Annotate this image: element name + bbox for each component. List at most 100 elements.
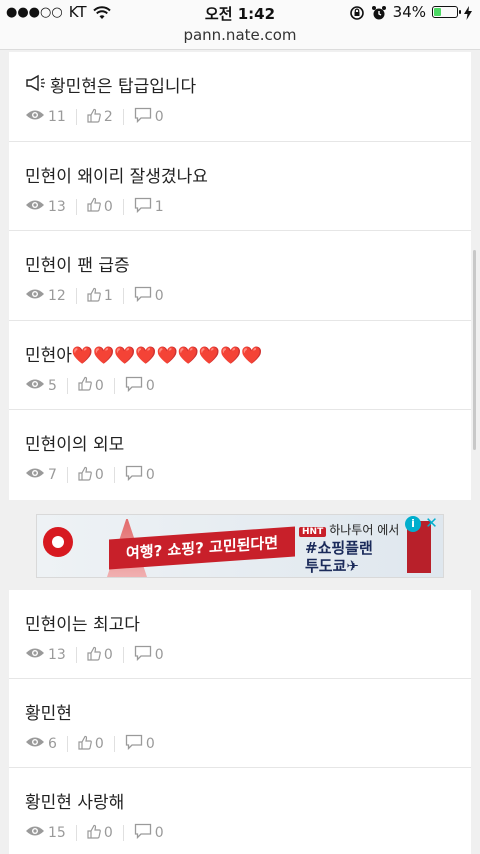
view-count: 13 <box>25 199 76 215</box>
like-count: 2 <box>87 108 123 127</box>
thumbs-up-icon <box>87 824 101 843</box>
eye-icon <box>25 199 45 215</box>
post-title-text: 민현이의 외모 <box>25 435 125 456</box>
meta-divider <box>113 467 115 484</box>
view-count-value: 13 <box>48 647 66 663</box>
comment-count: 0 <box>134 645 174 665</box>
view-count: 15 <box>25 825 76 841</box>
post-title[interactable]: 황민현은 탑급입니다 <box>25 72 196 97</box>
post-meta: 5 0 0 <box>25 376 165 396</box>
comment-count-value: 0 <box>145 467 155 484</box>
meta-divider <box>122 198 124 215</box>
view-count: 7 <box>25 467 67 483</box>
meta-divider <box>122 825 124 841</box>
thumbs-up-icon <box>78 466 92 485</box>
meta-divider <box>122 647 124 663</box>
view-count: 5 <box>25 378 67 394</box>
post-title-text: 황민현은 탑급입니다 <box>50 77 197 97</box>
post-title[interactable]: 민현이의 외모 <box>25 430 124 455</box>
thumbs-up-icon <box>87 646 101 665</box>
view-count-value: 11 <box>48 109 66 125</box>
view-count: 11 <box>25 109 76 125</box>
rotation-lock-icon <box>349 3 365 21</box>
eye-icon <box>25 288 45 304</box>
post-title[interactable]: 민현이는 최고다 <box>25 610 140 635</box>
post-item[interactable]: 민현이는 최고다 13 0 0 <box>9 590 471 679</box>
like-count-value: 0 <box>94 377 104 394</box>
post-item[interactable]: 황민현 사랑해 15 0 0 <box>9 768 471 854</box>
ad-brand-label: 하나투어 에서 <box>329 523 400 537</box>
eye-icon <box>25 109 45 125</box>
post-item[interactable]: 황민현은 탑급입니다 11 2 0 <box>9 52 471 142</box>
comment-icon <box>125 465 143 485</box>
battery-percent: 34% <box>392 3 426 21</box>
comment-count-value: 0 <box>154 647 164 663</box>
meta-divider <box>122 288 124 305</box>
post-title[interactable]: 황민현 사랑해 <box>25 788 124 813</box>
post-title-text: 황민현 사랑해 <box>25 793 125 813</box>
post-item[interactable]: 황민현 6 0 0 <box>9 679 471 768</box>
post-item[interactable]: 민현아❤️❤️❤️❤️❤️❤️❤️❤️❤️ 5 0 0 <box>9 321 471 411</box>
ad-headline: 여행? 쇼핑? 고민된다면 <box>109 526 295 570</box>
post-title[interactable]: 황민현 <box>25 699 72 724</box>
comment-icon <box>134 645 152 665</box>
post-title-text: 황민현 <box>25 704 72 724</box>
post-item[interactable]: 민현이 왜이리 잘생겼나요 13 0 1 <box>9 142 471 232</box>
post-list-top: 황민현은 탑급입니다 11 2 0 민현이 왜이리 잘생겼나요 13 0 1 민현이 팬 급증 1… <box>9 52 471 500</box>
comment-icon <box>134 286 152 306</box>
post-meta: 13 0 1 <box>25 197 174 217</box>
comment-icon <box>134 107 152 127</box>
meta-divider <box>75 109 77 125</box>
meta-divider <box>75 198 77 215</box>
view-count-value: 15 <box>48 825 66 841</box>
meta-divider <box>66 377 68 394</box>
post-title[interactable]: 민현이 팬 급증 <box>25 251 130 276</box>
eye-icon <box>25 647 45 663</box>
post-meta: 7 0 0 <box>25 465 165 485</box>
post-title[interactable]: 민현아❤️❤️❤️❤️❤️❤️❤️❤️❤️ <box>25 341 262 366</box>
like-count: 0 <box>78 735 114 754</box>
post-meta: 15 0 0 <box>25 823 174 843</box>
like-count: 1 <box>87 287 123 306</box>
like-count: 0 <box>87 646 123 665</box>
megaphone-icon <box>25 74 47 97</box>
ad-close-icon[interactable]: ✕ <box>423 515 440 532</box>
post-title[interactable]: 민현이 왜이리 잘생겼나요 <box>25 162 208 187</box>
eye-icon <box>25 825 45 841</box>
like-count: 0 <box>87 824 123 843</box>
comment-icon <box>134 197 152 217</box>
comment-count-value: 1 <box>154 198 164 215</box>
post-item[interactable]: 민현이 팬 급증 12 1 0 <box>9 231 471 321</box>
eye-icon <box>25 736 45 752</box>
address-bar[interactable]: pann.nate.com <box>0 24 480 50</box>
battery-icon <box>432 6 461 18</box>
like-count-value: 0 <box>94 467 104 484</box>
status-right: 34% <box>349 3 472 21</box>
alarm-clock-icon <box>371 3 387 21</box>
ad-banner[interactable]: 여행? 쇼핑? 고민된다면 HNT 하나투어 에서 #쇼핑플랜 투도쿄✈ i ✕ <box>36 514 444 578</box>
like-count-value: 0 <box>94 736 104 752</box>
view-count-value: 13 <box>48 198 66 215</box>
ad-info-icon[interactable]: i <box>405 516 421 532</box>
thumbs-up-icon <box>78 735 92 754</box>
view-count-value: 6 <box>48 736 57 752</box>
scrollbar[interactable] <box>473 250 476 450</box>
comment-icon <box>125 376 143 396</box>
post-item[interactable]: 민현이의 외모 7 0 0 <box>9 410 471 500</box>
ad-destination: 투도쿄✈ <box>305 557 359 575</box>
like-count: 0 <box>78 376 114 395</box>
comment-count-value: 0 <box>154 288 164 305</box>
meta-divider <box>66 467 68 484</box>
post-title-text: 민현아❤️❤️❤️❤️❤️❤️❤️❤️❤️ <box>25 345 263 366</box>
thumbs-up-icon <box>87 287 101 306</box>
view-count: 12 <box>25 288 76 304</box>
post-title-text: 민현이 왜이리 잘생겼나요 <box>25 166 208 187</box>
like-count-value: 0 <box>103 647 113 663</box>
comment-count-value: 0 <box>154 109 164 125</box>
view-count: 6 <box>25 736 67 752</box>
like-count-value: 1 <box>103 288 113 305</box>
comment-count: 0 <box>134 286 174 306</box>
ad-brand: HNT 하나투어 에서 <box>299 521 399 538</box>
comment-count-value: 0 <box>145 736 155 752</box>
comment-count: 0 <box>125 734 165 754</box>
